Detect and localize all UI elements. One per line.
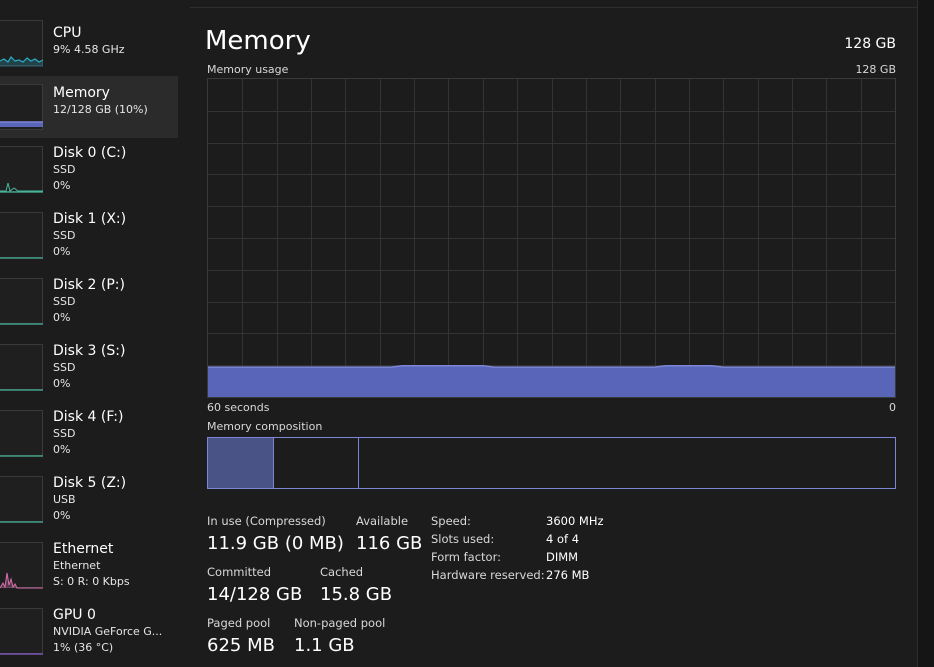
cached-label: Cached (320, 565, 364, 579)
sidebar-item-model: NVIDIA GeForce G... (53, 625, 163, 638)
sidebar-item-title: Disk 0 (C:) (53, 145, 127, 161)
sidebar-item-usage: 0% (53, 245, 71, 258)
sidebar-item-detail: 9% 4.58 GHz (53, 43, 125, 56)
cpu-usage-graph-icon (0, 20, 43, 67)
hardware-reserved-value: 276 MB (546, 568, 590, 582)
sidebar-item-type: SSD (53, 427, 76, 440)
sidebar-item-title: Memory (53, 85, 110, 101)
task-manager-window: CPU 9% 4.58 GHz Memory 12/128 GB (10%) D… (0, 0, 934, 667)
available-value: 116 GB (356, 533, 423, 554)
sidebar-item-usage: 0% (53, 179, 71, 192)
sidebar-item-title: CPU (53, 25, 82, 41)
memory-usage-graph (207, 78, 896, 398)
committed-value: 14/128 GB (207, 584, 303, 605)
committed-label: Committed (207, 565, 272, 579)
sidebar-item-throughput: S: 0 R: 0 Kbps (53, 575, 130, 588)
disk-usage-graph-icon (0, 278, 43, 325)
sidebar-item-usage: 0% (53, 377, 71, 390)
memory-usage-area (208, 365, 895, 397)
sidebar-item-disk-1[interactable]: Disk 1 (X:) SSD 0% (0, 206, 178, 268)
sidebar-item-detail: 12/128 GB (10%) (53, 103, 148, 116)
sidebar-item-title: Disk 1 (X:) (53, 211, 127, 227)
composition-label: Memory composition (207, 420, 323, 433)
sidebar-item-disk-3[interactable]: Disk 3 (S:) SSD 0% (0, 338, 178, 400)
cached-value: 15.8 GB (320, 584, 393, 605)
sidebar-item-gpu-0[interactable]: GPU 0 NVIDIA GeForce G... 1% (36 °C) (0, 602, 178, 664)
sidebar-item-title: Ethernet (53, 541, 114, 557)
sidebar-item-title: GPU 0 (53, 607, 96, 623)
page-title: Memory (205, 26, 311, 56)
sidebar-item-usage: 0% (53, 311, 71, 324)
available-label: Available (356, 514, 409, 528)
in-use-label: In use (Compressed) (207, 514, 326, 528)
sidebar-item-type: USB (53, 493, 76, 506)
sidebar-item-cpu[interactable]: CPU 9% 4.58 GHz (0, 12, 178, 74)
sidebar-item-ethernet[interactable]: Ethernet Ethernet S: 0 R: 0 Kbps (0, 536, 178, 598)
composition-modified[interactable] (274, 438, 359, 488)
usage-graph-label: Memory usage (207, 63, 289, 76)
paged-pool-label: Paged pool (207, 616, 271, 630)
composition-in-use[interactable] (208, 438, 274, 488)
form-factor-value: DIMM (546, 550, 579, 564)
sidebar-item-type: SSD (53, 361, 76, 374)
disk-usage-graph-icon (0, 410, 43, 457)
memory-usage-graph-icon (0, 84, 43, 130)
non-paged-pool-label: Non-paged pool (294, 616, 386, 630)
speed-key: Speed: (431, 514, 471, 528)
in-use-value: 11.9 GB (0 MB) (207, 533, 344, 554)
sidebar-item-adapter: Ethernet (53, 559, 101, 572)
gpu-usage-graph-icon (0, 608, 43, 655)
sidebar-item-title: Disk 4 (F:) (53, 409, 124, 425)
form-factor-key: Form factor: (431, 550, 501, 564)
sidebar-item-disk-4[interactable]: Disk 4 (F:) SSD 0% (0, 404, 178, 466)
sidebar-item-disk-2[interactable]: Disk 2 (P:) SSD 0% (0, 272, 178, 334)
network-usage-graph-icon (0, 542, 43, 589)
time-axis-start: 60 seconds (207, 401, 270, 414)
speed-value: 3600 MHz (546, 514, 604, 528)
non-paged-pool-value: 1.1 GB (294, 635, 355, 656)
sidebar-item-disk-5[interactable]: Disk 5 (Z:) USB 0% (0, 470, 178, 532)
sidebar-item-type: SSD (53, 163, 76, 176)
disk-usage-graph-icon (0, 476, 43, 523)
sidebar-item-title: Disk 3 (S:) (53, 343, 126, 359)
sidebar-item-usage: 0% (53, 509, 71, 522)
sidebar-item-usage: 1% (36 °C) (53, 641, 114, 654)
sidebar-item-type: SSD (53, 229, 76, 242)
sidebar-item-disk-0[interactable]: Disk 0 (C:) SSD 0% (0, 140, 178, 202)
paged-pool-value: 625 MB (207, 635, 275, 656)
time-axis-end: 0 (889, 401, 896, 414)
usage-graph-max: 128 GB (855, 63, 896, 76)
slots-used-value: 4 of 4 (546, 532, 580, 546)
hardware-reserved-key: Hardware reserved: (431, 568, 545, 582)
slots-used-key: Slots used: (431, 532, 495, 546)
sidebar-item-title: Disk 5 (Z:) (53, 475, 127, 491)
disk-usage-graph-icon (0, 146, 43, 193)
total-capacity: 128 GB (844, 36, 896, 52)
performance-sidebar: CPU 9% 4.58 GHz Memory 12/128 GB (10%) D… (0, 0, 178, 667)
sidebar-item-type: SSD (53, 295, 76, 308)
sidebar-item-memory[interactable]: Memory 12/128 GB (10%) (0, 76, 178, 138)
memory-composition-bar[interactable] (207, 437, 896, 489)
sidebar-item-usage: 0% (53, 443, 71, 456)
window-right-edge (917, 0, 934, 667)
memory-details-pane: Memory 128 GB Memory usage 128 GB 60 sec… (190, 0, 917, 667)
sidebar-item-title: Disk 2 (P:) (53, 277, 125, 293)
disk-usage-graph-icon (0, 212, 43, 259)
disk-usage-graph-icon (0, 344, 43, 391)
